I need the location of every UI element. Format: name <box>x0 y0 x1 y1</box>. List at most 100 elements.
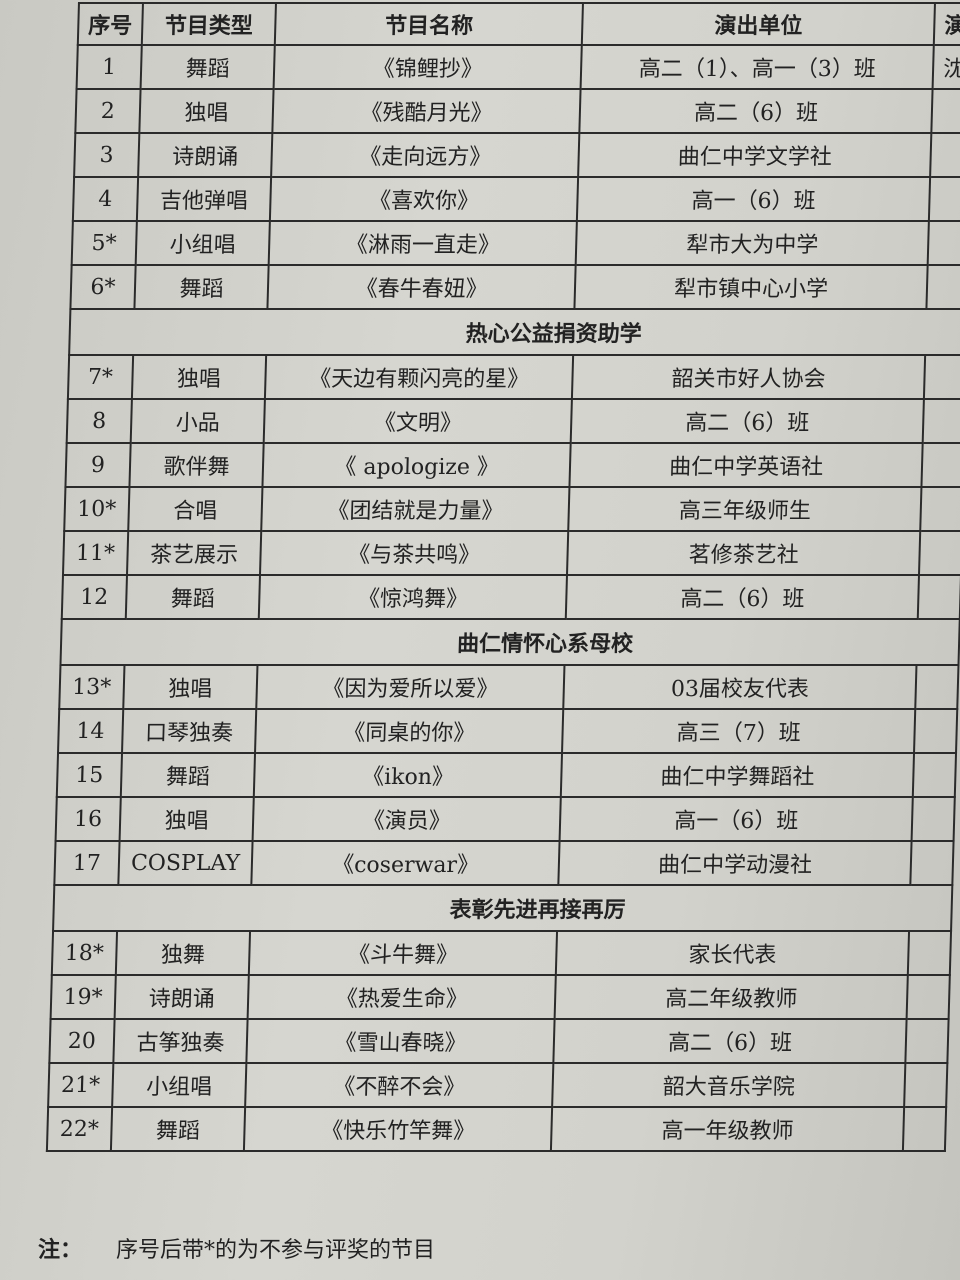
table-row: 10* 合唱 《团结就是力量》 高三年级师生 <box>64 487 960 531</box>
table-row: 4 吉他弹唱 《喜欢你》 高一（6）班 <box>72 177 960 221</box>
cell-type: 小组唱 <box>135 221 271 265</box>
cell-type: 诗朗诵 <box>114 975 250 1019</box>
cell-type: 独唱 <box>131 355 267 399</box>
cell-extra <box>905 1019 949 1063</box>
cell-extra: 沈 <box>932 45 960 89</box>
cell-unit: 03届校友代表 <box>563 665 917 709</box>
cell-name: 《因为爱所以爱》 <box>256 665 565 709</box>
cell-unit: 高三（7）班 <box>562 709 916 753</box>
cell-type: 舞蹈 <box>134 265 270 309</box>
cell-unit: 曲仁中学动漫社 <box>558 841 912 885</box>
cell-no: 22* <box>46 1107 112 1151</box>
cell-name: 《走向远方》 <box>271 133 580 177</box>
cell-no: 6* <box>70 265 136 309</box>
cell-name: 《coserwar》 <box>251 841 560 885</box>
cell-no: 13* <box>59 665 125 709</box>
cell-unit: 高二（1）、高一（3）班 <box>580 45 935 89</box>
cell-no: 2 <box>75 89 141 133</box>
table-row: 17 COSPLAY 《coserwar》 曲仁中学动漫社 <box>54 841 954 885</box>
cell-no: 4 <box>72 177 138 221</box>
cell-type: 诗朗诵 <box>137 133 273 177</box>
cell-type: 独唱 <box>122 665 258 709</box>
cell-no: 16 <box>55 797 121 841</box>
cell-type: 独舞 <box>115 931 251 975</box>
cell-no: 20 <box>49 1019 115 1063</box>
cell-name: 《残酷月光》 <box>272 89 581 133</box>
table-header-row: 序号 节目类型 节目名称 演出单位 演 <box>77 3 960 45</box>
cell-no: 3 <box>74 133 140 177</box>
cell-name: 《文明》 <box>264 399 572 443</box>
cell-unit: 茗修茶艺社 <box>567 531 921 575</box>
cell-name: 《同桌的你》 <box>255 709 564 753</box>
cell-extra <box>918 575 960 619</box>
cell-unit: 高一年级教师 <box>550 1107 905 1151</box>
cell-no: 15 <box>56 753 122 797</box>
cell-no: 17 <box>54 841 120 885</box>
cell-type: 古筝独奏 <box>113 1019 248 1063</box>
table-row: 20 古筝独奏 《雪山春晓》 高二（6）班 <box>49 1019 949 1063</box>
cell-name: 《天边有颗闪亮的星》 <box>265 355 574 399</box>
cell-unit: 高二（6）班 <box>579 89 933 133</box>
table-row: 14 口琴独奏 《同桌的你》 高三（7）班 <box>58 709 958 753</box>
table-row: 22* 舞蹈 《快乐竹竿舞》 高一年级教师 <box>46 1107 947 1151</box>
cell-unit: 高二（6）班 <box>553 1019 907 1063</box>
table-row: 13* 独唱 《因为爱所以爱》 03届校友代表 <box>59 665 959 709</box>
cell-type: 合唱 <box>127 487 263 531</box>
cell-type: 独唱 <box>119 797 255 841</box>
header-extra: 演 <box>934 3 960 45</box>
cell-name: 《惊鸿舞》 <box>259 575 568 619</box>
table-row: 19* 诗朗诵 《热爱生命》 高二年级教师 <box>50 975 950 1019</box>
cell-type: 歌伴舞 <box>129 443 265 487</box>
cell-extra <box>926 265 960 309</box>
cell-unit: 高三年级师生 <box>568 487 922 531</box>
cell-unit: 犁市大为中学 <box>575 221 930 265</box>
cell-type: 舞蹈 <box>140 45 276 89</box>
footnote-label: 注： <box>38 1237 83 1263</box>
cell-name: 《不醉不会》 <box>245 1063 554 1107</box>
table-row: 6* 舞蹈 《春牛春妞》 犁市镇中心小学 <box>70 265 960 309</box>
section-heading: 曲仁情怀心系母校 <box>60 619 960 665</box>
cell-name: 《锦鲤抄》 <box>273 45 582 89</box>
table-row: 5* 小组唱 《淋雨一直走》 犁市大为中学 <box>71 221 960 265</box>
table-row: 11* 茶艺展示 《与茶共鸣》 茗修茶艺社 <box>62 531 960 575</box>
header-name: 节目名称 <box>275 3 584 45</box>
cell-extra <box>913 753 957 797</box>
cell-unit: 韶大音乐学院 <box>552 1063 906 1107</box>
cell-type: 舞蹈 <box>125 575 261 619</box>
program-rows: 1 舞蹈 《锦鲤抄》 高二（1）、高一（3）班沈 2 独唱 《残酷月光》 高二（6）班 3 诗朗诵… <box>46 45 960 1151</box>
cell-type: 小组唱 <box>111 1063 247 1107</box>
cell-name: 《团结就是力量》 <box>261 487 570 531</box>
cell-unit: 高一（6）班 <box>576 177 931 221</box>
cell-unit: 高二（6）班 <box>570 399 925 443</box>
table-row: 16 独唱 《演员》 高一（6）班 <box>55 797 955 841</box>
table-row: 21* 小组唱 《不醉不会》 韶大音乐学院 <box>48 1063 948 1107</box>
cell-unit: 高一（6）班 <box>559 797 914 841</box>
cell-name: 《春牛春妞》 <box>267 265 576 309</box>
cell-extra <box>904 1063 948 1107</box>
cell-unit: 曲仁中学舞蹈社 <box>560 753 915 797</box>
cell-no: 11* <box>62 531 128 575</box>
cell-unit: 高二（6）班 <box>565 575 920 619</box>
cell-no: 1 <box>76 45 142 89</box>
cell-extra <box>911 797 955 841</box>
cell-extra <box>915 665 959 709</box>
cell-extra <box>920 487 960 531</box>
cell-no: 18* <box>51 931 117 975</box>
cell-name: 《与茶共鸣》 <box>260 531 569 575</box>
printed-program-sheet: 序号 节目类型 节目名称 演出单位 演 1 舞蹈 《锦鲤抄》 高二（1）、高一（3）班… <box>0 0 960 1280</box>
cell-unit: 韶关市好人协会 <box>571 355 926 399</box>
cell-type: 舞蹈 <box>120 753 256 797</box>
section-heading: 热心公益捐资助学 <box>69 309 960 355</box>
cell-extra <box>922 399 960 443</box>
table-row: 8 小品 《文明》 高二（6）班 <box>66 399 960 443</box>
cell-name: 《喜欢你》 <box>270 177 579 221</box>
cell-extra <box>906 975 950 1019</box>
cell-extra <box>903 1107 947 1151</box>
cell-name: 《斗牛舞》 <box>249 931 558 975</box>
cell-extra <box>929 177 960 221</box>
cell-unit: 家长代表 <box>555 931 910 975</box>
cell-no: 8 <box>66 399 132 443</box>
cell-type: 吉他弹唱 <box>136 177 272 221</box>
cell-extra <box>921 443 960 487</box>
section-heading-row: 曲仁情怀心系母校 <box>60 619 960 665</box>
